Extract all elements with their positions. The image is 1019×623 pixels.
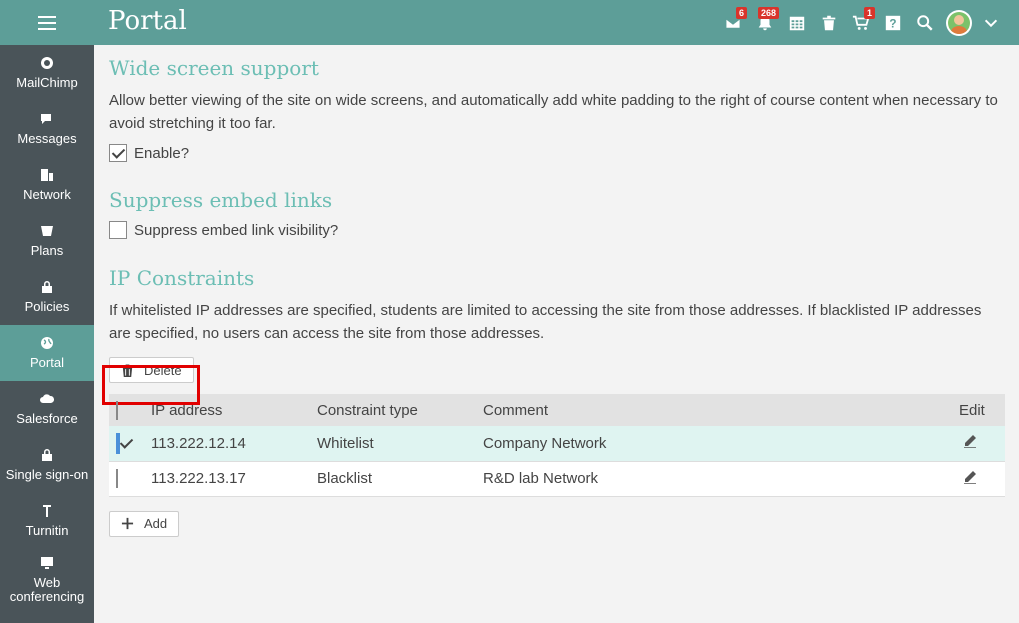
row-select-checkbox[interactable] xyxy=(116,469,118,488)
sidebar-item-salesforce[interactable]: Salesforce xyxy=(0,381,94,437)
svg-text:?: ? xyxy=(889,17,896,30)
comment-cell: Company Network xyxy=(483,426,959,462)
column-header-type[interactable]: Constraint type xyxy=(317,394,483,426)
type-cell: Whitelist xyxy=(317,426,483,462)
sso-lock-icon xyxy=(42,449,52,461)
search-button[interactable] xyxy=(909,0,941,45)
hamburger-icon xyxy=(38,15,56,30)
notifications-badge: 268 xyxy=(757,7,779,19)
sidebar-item-policies[interactable]: Policies xyxy=(0,269,94,325)
row-select-checkbox[interactable] xyxy=(116,432,120,454)
mailchimp-icon xyxy=(41,57,53,69)
sidebar-item-network[interactable]: Network xyxy=(0,157,94,213)
sidebar: MailChimp Messages Network Plans Policie… xyxy=(0,45,94,623)
calendar-button[interactable] xyxy=(781,0,813,45)
pencil-icon xyxy=(964,470,976,484)
ip-cell: 113.222.13.17 xyxy=(151,461,317,497)
plans-icon xyxy=(41,226,53,236)
chevron-down-icon xyxy=(984,19,998,27)
sidebar-item-label: Turnitin xyxy=(25,523,69,538)
turnitin-icon xyxy=(43,505,51,517)
enable-wide-screen-checkbox[interactable] xyxy=(109,144,127,162)
add-button-label: Add xyxy=(144,516,168,531)
sidebar-item-label: Salesforce xyxy=(16,411,78,426)
plus-icon xyxy=(121,517,134,530)
sidebar-item-label: Plans xyxy=(30,243,64,258)
sidebar-item-turnitin[interactable]: Turnitin xyxy=(0,493,94,549)
ip-constraints-table: IP address Constraint type Comment Edit … xyxy=(109,394,1005,497)
edit-row-button[interactable] xyxy=(959,426,1005,462)
sidebar-item-label: MailChimp xyxy=(16,75,78,90)
type-cell: Blacklist xyxy=(317,461,483,497)
pencil-icon xyxy=(964,435,976,449)
globe-icon xyxy=(41,337,53,349)
sidebar-item-label: Network xyxy=(23,187,71,202)
wide-screen-description: Allow better viewing of the site on wide… xyxy=(109,92,998,132)
top-toolbar: 6 268 1 ? xyxy=(717,0,1005,45)
search-icon xyxy=(917,14,933,31)
trash-icon xyxy=(822,15,836,30)
top-bar: Portal 6 268 1 ? xyxy=(0,0,1019,45)
column-header-comment[interactable]: Comment xyxy=(483,394,959,426)
chat-icon xyxy=(41,114,51,124)
building-icon xyxy=(41,169,53,181)
wide-screen-heading: Wide screen support xyxy=(109,56,319,80)
cloud-icon xyxy=(40,394,55,403)
sidebar-item-label: Policies xyxy=(24,299,70,314)
calendar-icon xyxy=(789,16,805,30)
user-menu-dropdown[interactable] xyxy=(977,0,1005,45)
edit-row-button[interactable] xyxy=(959,461,1005,497)
add-button[interactable]: Add xyxy=(109,510,180,537)
menu-toggle-button[interactable] xyxy=(0,0,94,45)
avatar xyxy=(946,9,972,36)
messages-button[interactable]: 6 xyxy=(717,0,749,45)
table-row[interactable]: 113.222.12.14 Whitelist Company Network xyxy=(109,426,1005,462)
cart-badge: 1 xyxy=(863,7,875,19)
monitor-icon xyxy=(41,557,53,569)
table-header-row: IP address Constraint type Comment Edit xyxy=(109,394,1005,426)
user-menu-button[interactable] xyxy=(941,0,977,45)
help-button[interactable]: ? xyxy=(877,0,909,45)
lock-icon xyxy=(42,281,52,293)
sidebar-item-label: Web conferencing xyxy=(9,575,85,604)
main-content: Wide screen support Allow better viewing… xyxy=(102,45,1005,537)
sidebar-item-label: Single sign-on xyxy=(5,467,89,482)
sidebar-item-label: Portal xyxy=(30,355,64,370)
cart-button[interactable]: 1 xyxy=(845,0,877,45)
suppress-embed-checkbox[interactable] xyxy=(109,221,127,239)
ip-constraints-heading: IP Constraints xyxy=(109,266,255,290)
sidebar-item-mailchimp[interactable]: MailChimp xyxy=(0,45,94,101)
notifications-button[interactable]: 268 xyxy=(749,0,781,45)
sidebar-item-label: Messages xyxy=(17,131,77,146)
enable-wide-screen-option[interactable]: Enable? xyxy=(109,144,1005,162)
sidebar-item-web-conferencing[interactable]: Web conferencing xyxy=(0,549,94,611)
sidebar-item-plans[interactable]: Plans xyxy=(0,213,94,269)
page-title: Portal xyxy=(108,6,187,36)
sidebar-item-portal[interactable]: Portal xyxy=(0,325,94,381)
suppress-embed-option[interactable]: Suppress embed link visibility? xyxy=(109,221,1005,239)
column-header-edit: Edit xyxy=(959,394,1005,426)
select-all-checkbox[interactable] xyxy=(116,400,118,420)
delete-highlight-box xyxy=(102,365,200,405)
table-row[interactable]: 113.222.13.17 Blacklist R&D lab Network xyxy=(109,461,1005,497)
ip-cell: 113.222.12.14 xyxy=(151,426,317,462)
messages-badge: 6 xyxy=(735,7,747,19)
sidebar-item-single-sign-on[interactable]: Single sign-on xyxy=(0,437,94,493)
ip-constraints-description: If whitelisted IP addresses are specifie… xyxy=(109,302,982,342)
enable-wide-screen-label: Enable? xyxy=(134,144,190,162)
suppress-embed-heading: Suppress embed links xyxy=(109,188,333,212)
sidebar-item-messages[interactable]: Messages xyxy=(0,101,94,157)
suppress-embed-label: Suppress embed link visibility? xyxy=(134,221,339,239)
help-icon: ? xyxy=(885,15,901,30)
comment-cell: R&D lab Network xyxy=(483,461,959,497)
trash-button[interactable] xyxy=(813,0,845,45)
